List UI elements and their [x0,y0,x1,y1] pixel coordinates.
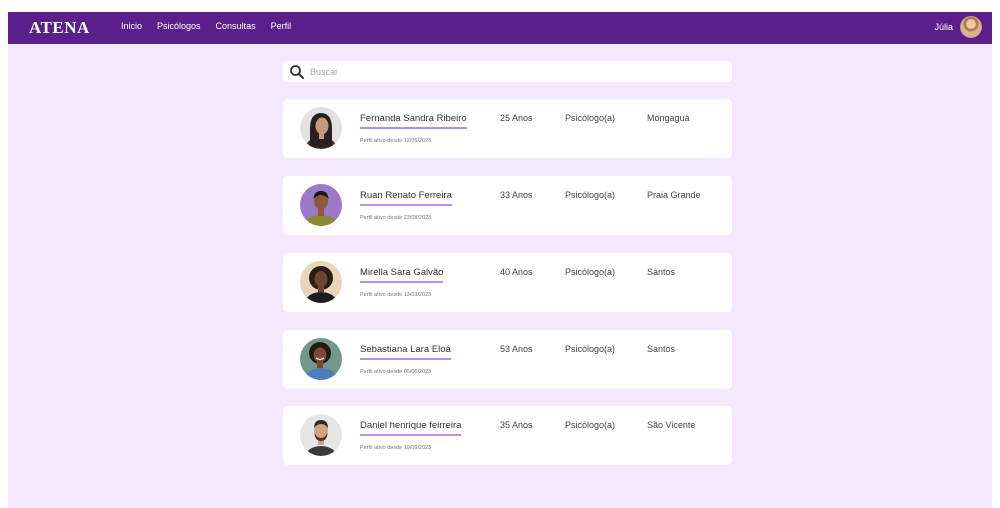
psychologist-name[interactable]: Fernanda Sandra Ribeiro [360,113,467,129]
psychologist-name[interactable]: Daniel henrique feirreira [360,420,462,436]
avatar [300,414,342,456]
search-bar[interactable] [283,61,732,82]
search-icon [290,64,304,79]
psychologist-role: Psicólogo(a) [565,190,616,200]
profile-active-since: Perfil ativo desde 23/08/2023 [360,215,432,221]
user-avatar[interactable] [960,16,982,38]
psychologist-age: 33 Anos [500,190,533,200]
nav-link-perfil[interactable]: Perfil [271,21,292,31]
profile-active-since: Perfil ativo desde 13/03/2023 [360,292,432,298]
navbar: ATENA Inicio Psicólogos Consultas Perfil… [8,12,992,44]
avatar [300,261,342,303]
psychologist-age: 35 Anos [500,420,533,430]
avatar [300,338,342,380]
psychologist-name[interactable]: Mirella Sara Galvão [360,267,444,283]
psychologist-role: Psicólogo(a) [565,420,616,430]
profile-active-since: Perfil ativo desde 05/06/2023 [360,369,432,375]
user-menu[interactable]: Júlia [934,16,982,38]
psychologist-city: Praia Grande [647,190,701,200]
profile-active-since: Perfil ativo desde 19/09/2023 [360,445,432,451]
psychologist-card[interactable]: Daniel henrique feirreira Perfil ativo d… [283,406,732,465]
avatar [300,184,342,226]
psychologist-age: 40 Anos [500,267,533,277]
psychologist-name[interactable]: Sebastiana Lara Eloá [360,344,451,360]
psychologist-card[interactable]: Sebastiana Lara Eloá Perfil ativo desde … [283,330,732,389]
nav-link-psicologos[interactable]: Psicólogos [157,21,201,31]
psychologist-city: São Vicente [647,420,696,430]
psychologist-city: Santos [647,344,676,354]
search-input[interactable] [310,66,710,77]
psychologist-card[interactable]: Mirella Sara Galvão Perfil ativo desde 1… [283,253,732,312]
avatar [300,107,342,149]
nav-links: Inicio Psicólogos Consultas Perfil [121,21,306,31]
psychologist-card[interactable]: Fernanda Sandra Ribeiro Perfil ativo des… [283,99,732,158]
nav-link-consultas[interactable]: Consultas [216,21,256,31]
psychologist-role: Psicólogo(a) [565,344,616,354]
psychologist-city: Mongaguá [647,113,690,123]
psychologist-name[interactable]: Ruan Renato Ferreira [360,190,452,206]
psychologist-role: Psicólogo(a) [565,113,616,123]
brand-logo[interactable]: ATENA [29,18,90,38]
psychologist-age: 25 Anos [500,113,533,123]
psychologist-age: 53 Anos [500,344,533,354]
user-name[interactable]: Júlia [934,22,953,32]
psychologist-card[interactable]: Ruan Renato Ferreira Perfil ativo desde … [283,176,732,235]
psychologist-role: Psicólogo(a) [565,267,616,277]
page-frame: ATENA Inicio Psicólogos Consultas Perfil… [8,12,992,508]
profile-active-since: Perfil ativo desde 12/05/2023 [360,138,432,144]
nav-link-inicio[interactable]: Inicio [121,21,142,31]
psychologist-city: Santos [647,267,676,277]
